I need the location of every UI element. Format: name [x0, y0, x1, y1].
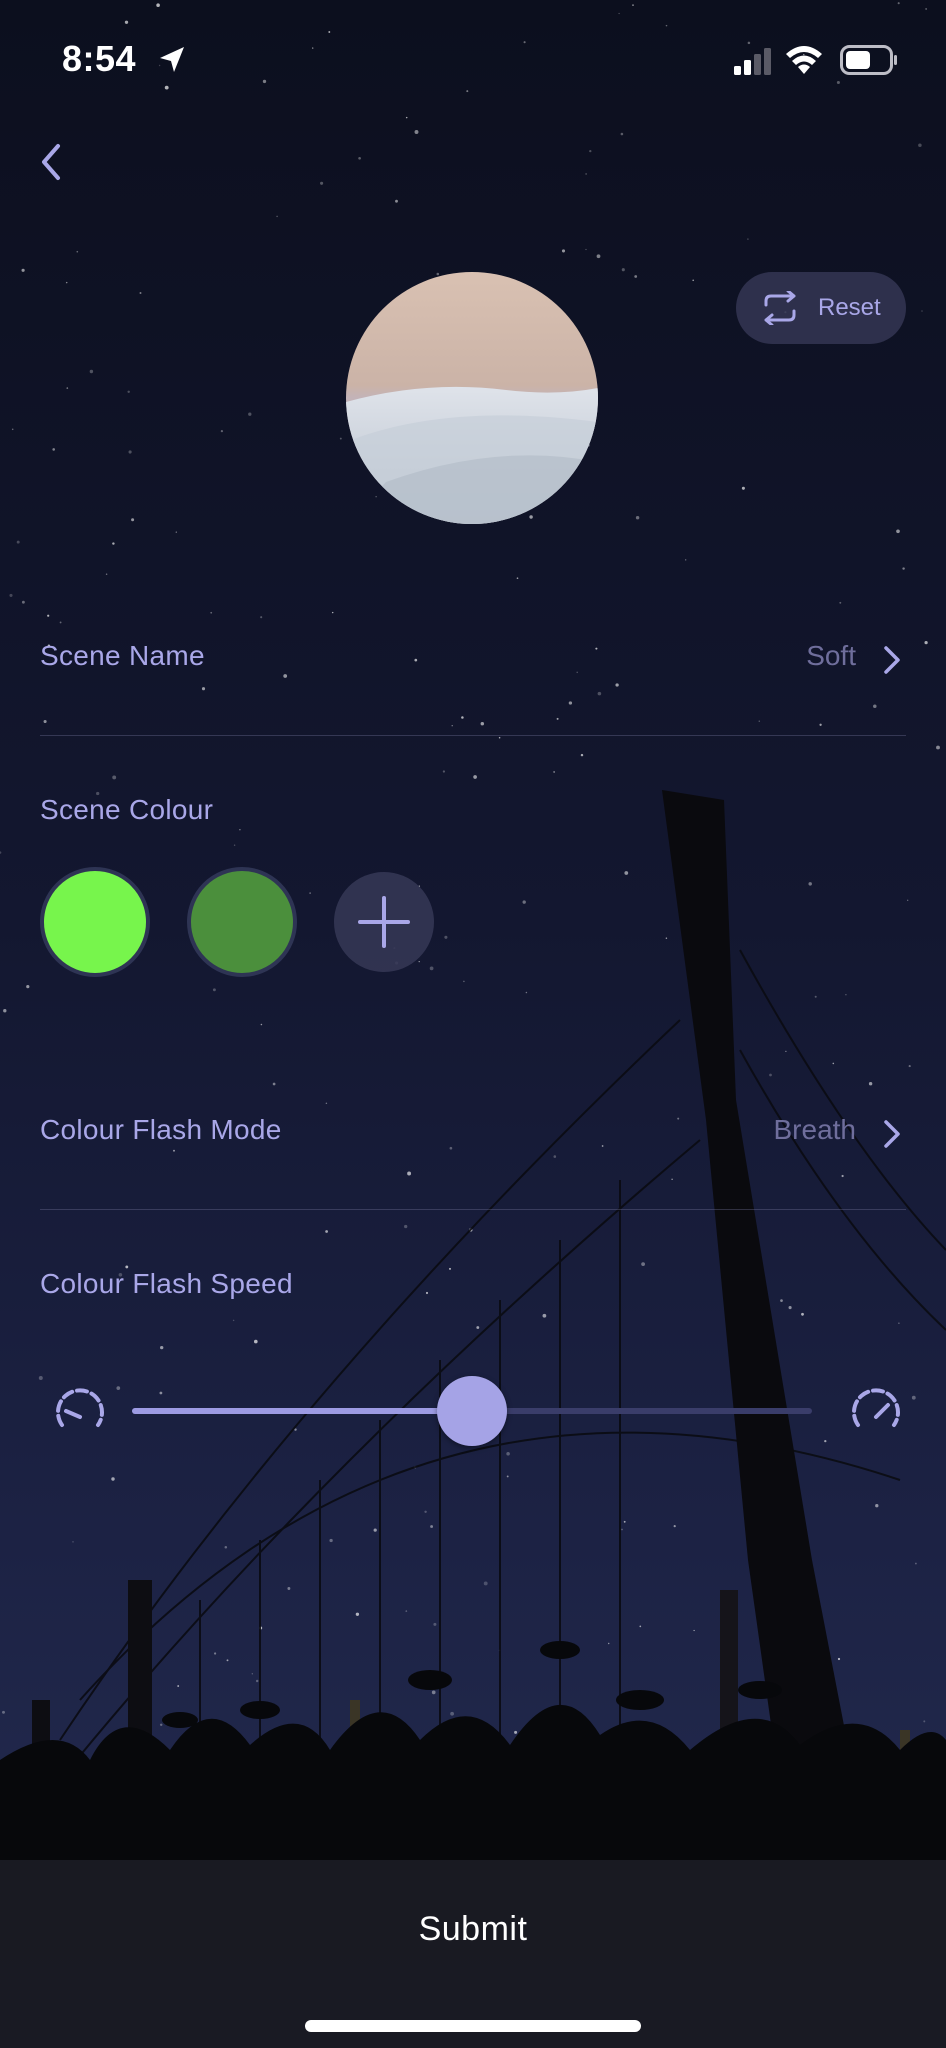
divider: [40, 735, 906, 736]
colour-swatch[interactable]: [187, 867, 297, 977]
scene-colour-label: Scene Colour: [40, 794, 214, 825]
submit-bar: Submit: [0, 1860, 946, 2048]
status-time: 8:54: [62, 38, 137, 79]
cellular-signal-icon: [734, 48, 771, 75]
flash-speed-label: Colour Flash Speed: [40, 1268, 293, 1299]
submit-button[interactable]: Submit: [0, 1910, 946, 1949]
reset-icon: [764, 291, 796, 325]
reset-label: Reset: [818, 294, 881, 321]
slider-thumb[interactable]: [437, 1376, 507, 1446]
scene-colour-section: Scene Colour: [40, 794, 906, 838]
scene-image[interactable]: [346, 272, 598, 524]
chevron-right-icon: [884, 1120, 900, 1148]
chevron-right-icon: [884, 646, 900, 674]
slow-speed-icon: [56, 1388, 104, 1427]
add-colour-button[interactable]: [334, 872, 434, 972]
plus-icon: [358, 896, 410, 948]
flash-mode-value: Breath: [773, 1114, 857, 1145]
location-arrow-icon: [160, 47, 184, 72]
colour-swatch[interactable]: [40, 867, 150, 977]
scene-name-label: Scene Name: [40, 640, 205, 671]
reset-button[interactable]: Reset: [736, 272, 906, 344]
back-button[interactable]: [28, 132, 88, 192]
wifi-icon: [786, 46, 822, 74]
flash-mode-label: Colour Flash Mode: [40, 1114, 282, 1145]
flash-speed-slider[interactable]: [50, 1376, 910, 1446]
flash-mode-row[interactable]: Colour Flash Mode Breath: [40, 1114, 906, 1158]
slider-track-fill: [132, 1408, 472, 1414]
flash-speed-section: Colour Flash Speed: [40, 1268, 906, 1312]
fast-speed-icon: [852, 1388, 900, 1427]
scene-name-row[interactable]: Scene Name Soft: [40, 640, 906, 684]
battery-icon: [840, 45, 897, 75]
divider: [40, 1209, 906, 1210]
scene-name-value: Soft: [806, 640, 856, 671]
status-bar: 8:54: [0, 0, 946, 120]
home-indicator: [305, 2020, 641, 2032]
